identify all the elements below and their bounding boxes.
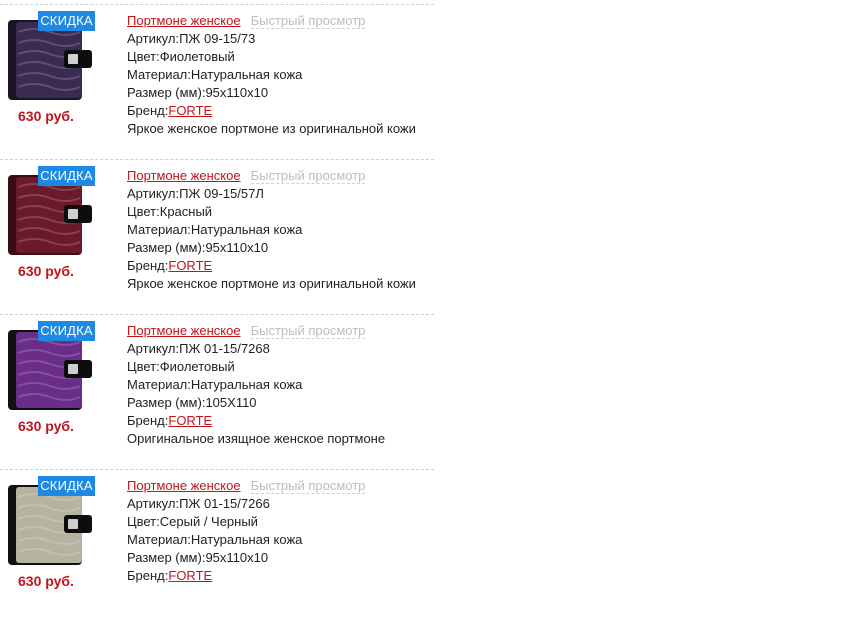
product-category-link[interactable]: Портмоне женское: [127, 478, 241, 493]
material-label: Материал:: [127, 532, 191, 547]
color-label: Цвет:: [127, 359, 160, 374]
size-value: 105X110: [205, 395, 257, 410]
product-item: СКИДКА 630 руб. Портмоне женское Быстрый …: [0, 465, 434, 620]
discount-badge: СКИДКА: [38, 166, 95, 186]
article-value: ПЖ 01-15/7266: [179, 496, 270, 511]
size-value: 95x110x10: [205, 85, 269, 100]
product-article: Артикул:ПЖ 09-15/73: [127, 30, 416, 48]
quick-view-link[interactable]: Быстрый просмотр: [250, 13, 366, 29]
product-material: Материал:Натуральная кожа: [127, 531, 365, 549]
product-brand: Бренд:FORTE: [127, 567, 365, 585]
material-value: Натуральная кожа: [190, 532, 303, 547]
material-value: Натуральная кожа: [190, 222, 303, 237]
size-label: Размер (мм):: [127, 550, 206, 565]
color-value: Фиолетовый: [159, 359, 235, 374]
brand-link[interactable]: FORTE: [168, 568, 212, 583]
product-description: [127, 585, 365, 603]
product-size: Размер (мм):95x110x10: [127, 239, 416, 257]
product-title-row: Портмоне женское Быстрый просмотр: [127, 322, 385, 340]
article-label: Артикул:: [127, 496, 180, 511]
material-label: Материал:: [127, 377, 191, 392]
article-label: Артикул:: [127, 186, 180, 201]
product-item: СКИДКА 630 руб. Портмоне женское Быстрый …: [0, 0, 434, 155]
discount-badge: СКИДКА: [38, 11, 95, 31]
color-value: Красный: [159, 204, 213, 219]
product-material: Материал:Натуральная кожа: [127, 221, 416, 239]
product-info: Портмоне женское Быстрый просмотр Артикул…: [127, 477, 366, 603]
quick-view-link[interactable]: Быстрый просмотр: [250, 168, 366, 184]
discount-badge: СКИДКА: [38, 321, 95, 341]
size-label: Размер (мм):: [127, 85, 206, 100]
size-label: Размер (мм):: [127, 395, 206, 410]
product-size: Размер (мм):95x110x10: [127, 549, 365, 567]
material-label: Материал:: [127, 67, 191, 82]
material-label: Материал:: [127, 222, 191, 237]
article-value: ПЖ 01-15/7268: [179, 341, 270, 356]
color-label: Цвет:: [127, 204, 160, 219]
product-category-link[interactable]: Портмоне женское: [127, 13, 241, 28]
product-color: Цвет:Красный: [127, 203, 416, 221]
quick-view-link[interactable]: Быстрый просмотр: [250, 478, 366, 494]
product-category-link[interactable]: Портмоне женское: [127, 323, 241, 338]
product-title-row: Портмоне женское Быстрый просмотр: [127, 12, 416, 30]
product-brand: Бренд:FORTE: [127, 102, 416, 120]
product-title-row: Портмоне женское Быстрый просмотр: [127, 167, 416, 185]
item-divider: [0, 469, 434, 470]
article-label: Артикул:: [127, 31, 180, 46]
article-value: ПЖ 09-15/73: [179, 31, 256, 46]
brand-link[interactable]: FORTE: [168, 258, 212, 273]
item-divider: [0, 4, 434, 5]
item-divider: [0, 314, 434, 315]
item-divider: [0, 159, 434, 160]
product-description: Яркое женское портмоне из оригинальной к…: [127, 276, 416, 291]
product-info: Портмоне женское Быстрый просмотр Артикул…: [127, 167, 416, 293]
brand-label: Бренд:: [127, 103, 169, 118]
article-label: Артикул:: [127, 341, 180, 356]
product-color: Цвет:Фиолетовый: [127, 48, 416, 66]
article-value: ПЖ 09-15/57Л: [179, 186, 264, 201]
product-brand: Бренд:FORTE: [127, 412, 385, 430]
product-article: Артикул:ПЖ 09-15/57Л: [127, 185, 416, 203]
color-label: Цвет:: [127, 49, 160, 64]
material-value: Натуральная кожа: [190, 377, 303, 392]
brand-link[interactable]: FORTE: [168, 103, 212, 118]
product-brand: Бренд:FORTE: [127, 257, 416, 275]
product-info: Портмоне женское Быстрый просмотр Артикул…: [127, 322, 385, 448]
product-price: 630 руб.: [18, 263, 74, 279]
product-list: СКИДКА 630 руб. Портмоне женское Быстрый …: [0, 0, 434, 620]
size-value: 95x110x10: [205, 240, 269, 255]
product-info: Портмоне женское Быстрый просмотр Артикул…: [127, 12, 416, 138]
color-value: Серый / Черный: [159, 514, 258, 529]
product-category-link[interactable]: Портмоне женское: [127, 168, 241, 183]
product-color: Цвет:Серый / Черный: [127, 513, 365, 531]
brand-label: Бренд:: [127, 258, 169, 273]
product-price: 630 руб.: [18, 108, 74, 124]
size-label: Размер (мм):: [127, 240, 206, 255]
quick-view-link[interactable]: Быстрый просмотр: [250, 323, 366, 339]
product-article: Артикул:ПЖ 01-15/7266: [127, 495, 365, 513]
product-description: Оригинальное изящное женское портмоне: [127, 431, 386, 446]
color-value: Фиолетовый: [159, 49, 235, 64]
product-size: Размер (мм):105X110: [127, 394, 385, 412]
material-value: Натуральная кожа: [190, 67, 303, 82]
brand-label: Бренд:: [127, 413, 169, 428]
product-color: Цвет:Фиолетовый: [127, 358, 385, 376]
product-material: Материал:Натуральная кожа: [127, 66, 416, 84]
product-price: 630 руб.: [18, 418, 74, 434]
product-price: 630 руб.: [18, 573, 74, 589]
product-item: СКИДКА 630 руб. Портмоне женское Быстрый …: [0, 155, 434, 310]
product-article: Артикул:ПЖ 01-15/7268: [127, 340, 385, 358]
product-title-row: Портмоне женское Быстрый просмотр: [127, 477, 366, 495]
product-size: Размер (мм):95x110x10: [127, 84, 416, 102]
product-item: СКИДКА 630 руб. Портмоне женское Быстрый …: [0, 310, 434, 465]
brand-link[interactable]: FORTE: [168, 413, 212, 428]
brand-label: Бренд:: [127, 568, 169, 583]
discount-badge: СКИДКА: [38, 476, 95, 496]
size-value: 95x110x10: [205, 550, 269, 565]
color-label: Цвет:: [127, 514, 160, 529]
product-material: Материал:Натуральная кожа: [127, 376, 385, 394]
product-description: Яркое женское портмоне из оригинальной к…: [127, 121, 416, 136]
